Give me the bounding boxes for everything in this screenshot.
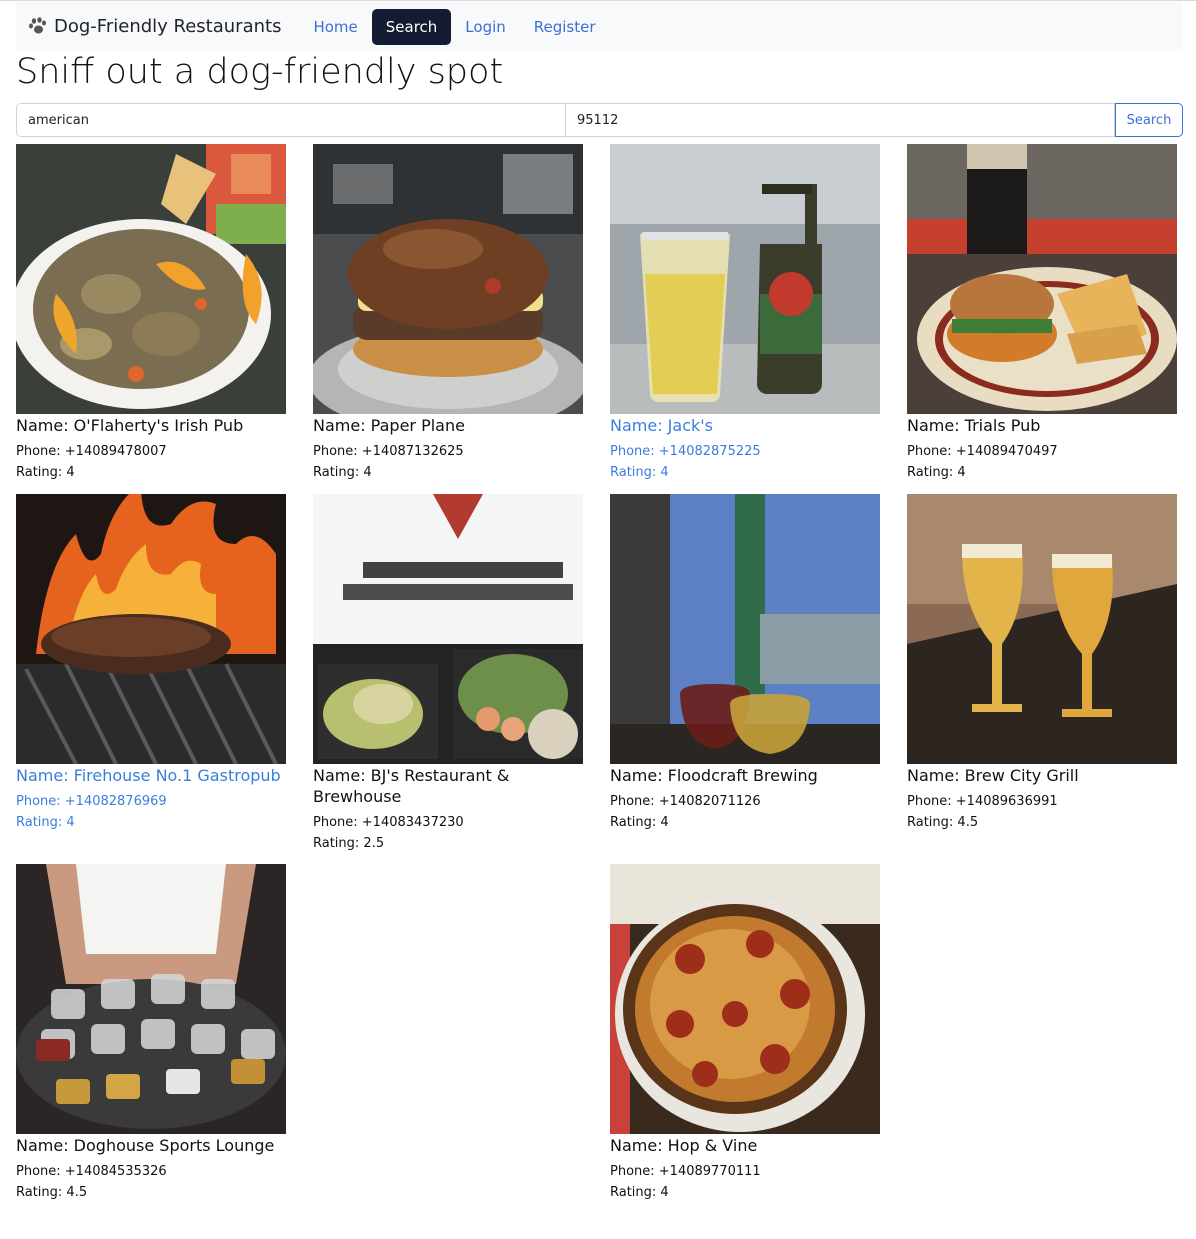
restaurant-card[interactable]: Name: O'Flaherty's Irish Pub Phone: +140… bbox=[16, 144, 296, 480]
nav-register[interactable]: Register bbox=[520, 9, 610, 45]
paw-icon bbox=[29, 16, 46, 33]
restaurant-phone: Phone: +14082875225 bbox=[610, 444, 761, 459]
beer-flight-photo[interactable] bbox=[610, 494, 880, 764]
nav-links: Home Search Login Register bbox=[299, 8, 610, 45]
nav-home[interactable]: Home bbox=[299, 9, 371, 45]
restaurant-rating: Rating: 4 bbox=[610, 1185, 669, 1200]
restaurant-name: Name: Trials Pub bbox=[907, 416, 1041, 435]
restaurant-phone: Phone: +14082071126 bbox=[610, 794, 761, 809]
restaurant-card[interactable]: Name: Trials Pub Phone: +14089470497 Rat… bbox=[907, 144, 1187, 480]
chicken-salad-photo[interactable] bbox=[16, 144, 286, 414]
search-term-input[interactable] bbox=[16, 103, 566, 137]
restaurant-rating: Rating: 2.5 bbox=[313, 836, 385, 851]
brand[interactable]: Dog-Friendly Restaurants bbox=[28, 16, 281, 37]
restaurant-rating: Rating: 4.5 bbox=[16, 1185, 88, 1200]
restaurant-phone: Phone: +14082876969 bbox=[16, 794, 167, 809]
search-button[interactable]: Search bbox=[1115, 103, 1183, 137]
restaurant-phone: Phone: +14084535326 bbox=[16, 1164, 167, 1179]
restaurant-card[interactable]: Name: Hop & Vine Phone: +14089770111 Rat… bbox=[610, 864, 890, 1200]
two-beers-photo[interactable] bbox=[907, 494, 1177, 764]
restaurant-phone: Phone: +14089470497 bbox=[907, 444, 1058, 459]
restaurant-name: Name: Brew City Grill bbox=[907, 766, 1079, 785]
burger-photo[interactable] bbox=[313, 144, 583, 414]
restaurant-card[interactable]: Name: Firehouse No.1 Gastropub Phone: +1… bbox=[16, 494, 296, 830]
restaurant-rating: Rating: 4 bbox=[313, 465, 372, 480]
beer-bottle-photo[interactable] bbox=[610, 144, 880, 414]
restaurant-name: Name: Doghouse Sports Lounge bbox=[16, 1136, 275, 1155]
pepperoni-pizza-photo[interactable] bbox=[610, 864, 880, 1134]
restaurant-name: Name: O'Flaherty's Irish Pub bbox=[16, 416, 244, 435]
restaurant-rating: Rating: 4.5 bbox=[907, 815, 979, 830]
grilled-steak-photo[interactable] bbox=[16, 494, 286, 764]
restaurant-rating: Rating: 4 bbox=[16, 815, 75, 830]
restaurant-name: Name: BJ's Restaurant & Brewhouse bbox=[313, 766, 510, 806]
location-input[interactable] bbox=[566, 103, 1115, 137]
search-form: Search bbox=[16, 103, 1183, 137]
burger-fries-photo[interactable] bbox=[907, 144, 1177, 414]
restaurant-name: Name: Jack's bbox=[610, 416, 713, 435]
restaurant-phone: Phone: +14087132625 bbox=[313, 444, 464, 459]
restaurant-name: Name: Firehouse No.1 Gastropub bbox=[16, 766, 281, 785]
restaurant-card[interactable]: Name: Floodcraft Brewing Phone: +1408207… bbox=[610, 494, 890, 830]
shot-glasses-photo[interactable] bbox=[16, 864, 286, 1134]
restaurant-phone: Phone: +14089478007 bbox=[16, 444, 167, 459]
restaurant-name: Name: Floodcraft Brewing bbox=[610, 766, 818, 785]
restaurant-phone: Phone: +14089770111 bbox=[610, 1164, 761, 1179]
restaurant-name: Name: Hop & Vine bbox=[610, 1136, 758, 1155]
restaurant-phone: Phone: +14083437230 bbox=[313, 815, 464, 830]
restaurant-name: Name: Paper Plane bbox=[313, 416, 465, 435]
restaurant-card[interactable]: Name: BJ's Restaurant & Brewhouse Phone:… bbox=[313, 494, 593, 851]
restaurant-card[interactable]: Name: Doghouse Sports Lounge Phone: +140… bbox=[16, 864, 296, 1200]
navbar: Dog-Friendly Restaurants Home Search Log… bbox=[16, 2, 1183, 51]
top-border bbox=[0, 0, 1196, 1]
nav-search[interactable]: Search bbox=[371, 8, 452, 45]
restaurant-rating: Rating: 4 bbox=[907, 465, 966, 480]
restaurant-card[interactable]: Name: Brew City Grill Phone: +1408963699… bbox=[907, 494, 1187, 830]
restaurant-rating: Rating: 4 bbox=[16, 465, 75, 480]
delivery-bag-photo[interactable] bbox=[313, 494, 583, 764]
restaurant-card[interactable]: Name: Jack's Phone: +14082875225 Rating:… bbox=[610, 144, 890, 480]
brand-label: Dog-Friendly Restaurants bbox=[54, 16, 282, 37]
restaurant-rating: Rating: 4 bbox=[610, 815, 669, 830]
restaurant-card[interactable]: Name: Paper Plane Phone: +14087132625 Ra… bbox=[313, 144, 593, 480]
nav-login[interactable]: Login bbox=[451, 9, 519, 45]
restaurant-rating: Rating: 4 bbox=[610, 465, 669, 480]
restaurant-phone: Phone: +14089636991 bbox=[907, 794, 1058, 809]
page-title: Sniff out a dog-friendly spot bbox=[16, 52, 504, 92]
